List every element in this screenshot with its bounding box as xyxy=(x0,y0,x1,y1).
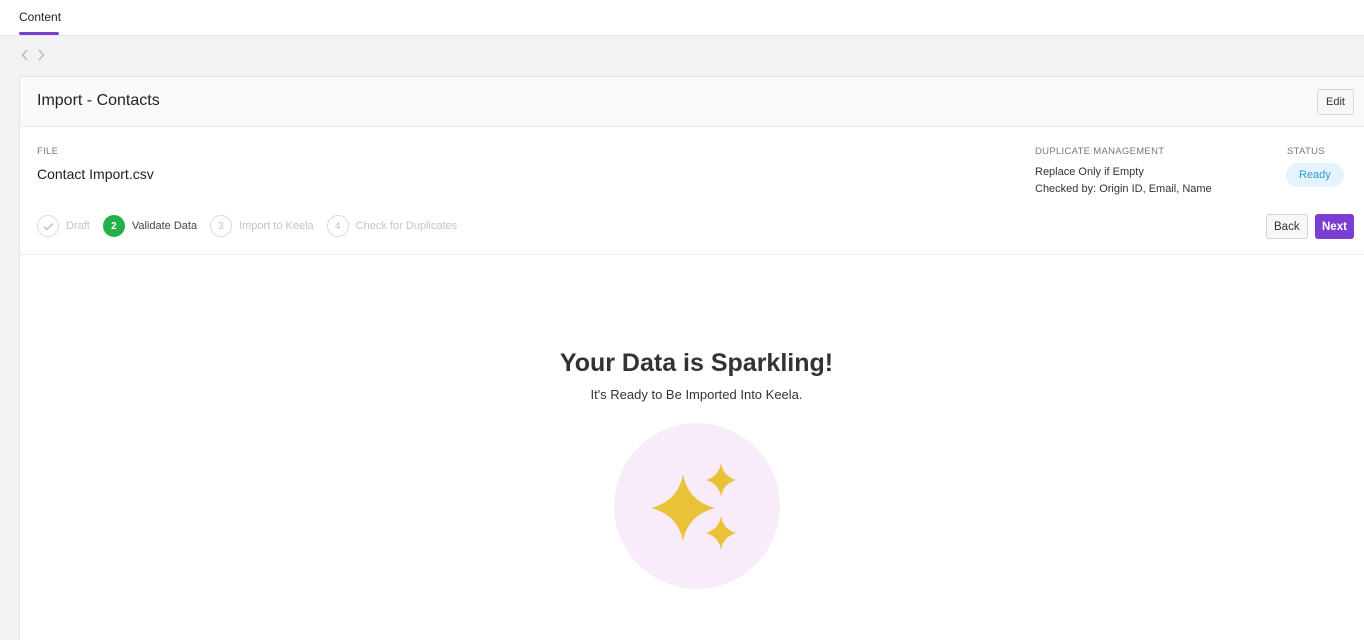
sparkles-illustration xyxy=(614,423,780,589)
step-number: 3 xyxy=(210,215,233,237)
step-import-to-keela[interactable]: 3 Import to Keela xyxy=(210,215,314,237)
step-label: Check for Duplicates xyxy=(355,220,458,232)
step-number: 4 xyxy=(326,215,349,237)
hero-subtitle: It's Ready to Be Imported Into Keela. xyxy=(590,387,803,402)
check-icon xyxy=(37,215,59,237)
chevron-right-icon[interactable] xyxy=(36,47,46,63)
duplicate-checked-by: Checked by: Origin ID, Email, Name xyxy=(1035,183,1212,195)
section-divider xyxy=(20,254,1364,255)
step-check-for-duplicates[interactable]: 4 Check for Duplicates xyxy=(326,215,458,237)
step-label: Import to Keela xyxy=(239,220,314,232)
status-badge: Ready xyxy=(1286,163,1344,187)
top-tab-bar: Content xyxy=(0,0,1364,36)
history-nav xyxy=(20,47,46,63)
chevron-left-icon[interactable] xyxy=(20,47,30,63)
step-number: 2 xyxy=(102,215,125,237)
edit-button[interactable]: Edit xyxy=(1317,89,1354,115)
sparkles-icon xyxy=(651,463,736,550)
file-name: Contact Import.csv xyxy=(37,166,154,182)
back-button[interactable]: Back xyxy=(1266,214,1308,239)
step-draft[interactable]: Draft xyxy=(37,215,90,237)
tab-content[interactable]: Content xyxy=(19,0,61,36)
page-title: Import - Contacts xyxy=(37,92,160,109)
import-stepper: Draft 2 Validate Data 3 Import to Keela … xyxy=(37,215,470,237)
import-panel: Import - Contacts Edit FILE Contact Impo… xyxy=(19,76,1364,640)
active-tab-indicator xyxy=(19,32,59,35)
next-button[interactable]: Next xyxy=(1315,214,1354,239)
status-label: STATUS xyxy=(1287,146,1325,157)
hero-title: Your Data is Sparkling! xyxy=(559,349,834,377)
file-label: FILE xyxy=(37,146,59,157)
duplicate-rule: Replace Only if Empty xyxy=(1035,166,1144,178)
step-label: Draft xyxy=(66,220,90,232)
step-validate-data[interactable]: 2 Validate Data xyxy=(102,215,198,237)
step-label: Validate Data xyxy=(131,220,198,232)
panel-header: Import - Contacts Edit xyxy=(20,77,1364,127)
duplicate-management-label: DUPLICATE MANAGEMENT xyxy=(1035,146,1165,157)
